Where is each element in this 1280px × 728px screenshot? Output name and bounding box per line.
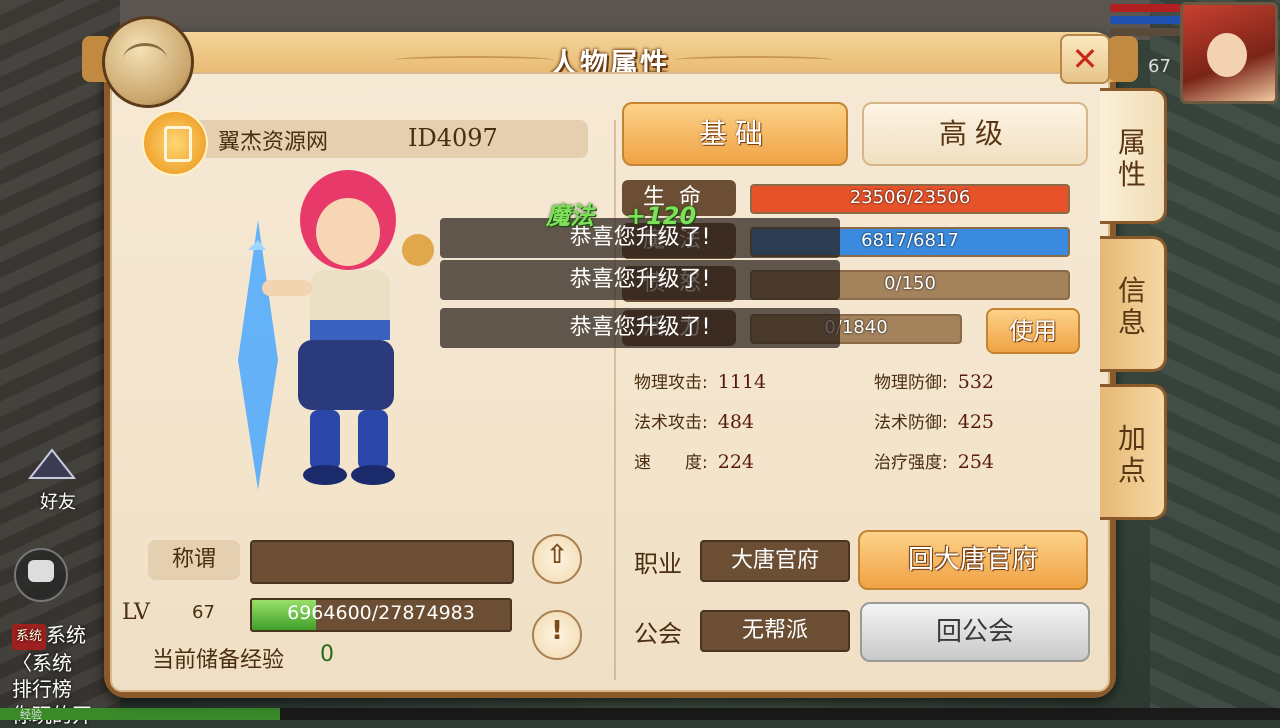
floating-mp-gain: 魔法 +120	[546, 202, 697, 230]
attr-speed: 速 度: 224	[634, 451, 754, 473]
tab-add-points-label: 加点	[1117, 422, 1146, 487]
profession-value: 大唐官府	[700, 540, 850, 582]
chat-line: 排行榜	[12, 676, 72, 701]
tab-advanced[interactable]: 高级	[862, 102, 1088, 166]
tab-basic[interactable]: 基础	[622, 102, 848, 166]
reserve-exp-label: 当前储备经验	[152, 648, 285, 673]
hp-bar: 23506/23506	[750, 184, 1070, 214]
tab-info[interactable]: 信息	[1100, 236, 1167, 372]
experience-bar: 6964600/27874983	[250, 598, 512, 632]
attr-mag-def: 法术防御: 425	[874, 411, 994, 433]
player-name: 翼杰资源网	[218, 130, 329, 155]
use-vigor-button[interactable]: 使用	[986, 308, 1080, 354]
player-id: ID4097	[408, 124, 498, 152]
attr-heal: 治疗强度: 254	[874, 451, 994, 473]
title-label: 称谓	[148, 540, 240, 580]
tab-info-label: 信息	[1117, 274, 1146, 339]
attr-phys-atk: 物理攻击: 1114	[634, 371, 767, 393]
guild-label: 公会	[634, 620, 682, 648]
level-label: LV	[122, 600, 150, 625]
status-bars	[1110, 4, 1182, 40]
chat-button[interactable]	[14, 548, 68, 602]
reserve-exp-value: 0	[320, 642, 334, 667]
tab-attributes-label: 属性	[1117, 126, 1146, 191]
attr-phys-def: 物理防御: 532	[874, 371, 994, 393]
level-up-toast: 恭喜您升级了!	[440, 308, 840, 348]
friends-label: 好友	[40, 492, 76, 513]
attr-mag-atk: 法术攻击: 484	[634, 411, 754, 433]
chat-bubble-icon	[28, 560, 54, 582]
copy-name-icon[interactable]	[142, 110, 208, 176]
change-title-button[interactable]: ⇧	[532, 534, 582, 584]
exp-info-button[interactable]: !	[532, 610, 582, 660]
close-x-icon: ✕	[1071, 40, 1099, 78]
profession-label: 职业	[634, 550, 682, 578]
upload-arrow-icon: ⇧	[546, 540, 568, 570]
player-portrait[interactable]	[1180, 2, 1278, 104]
tab-add-points[interactable]: 加点	[1100, 384, 1167, 520]
exclamation-icon: !	[551, 616, 563, 646]
guild-value: 无帮派	[700, 610, 850, 652]
portrait-level: 67	[1148, 56, 1171, 77]
character-model	[238, 170, 434, 490]
chat-line: 系统 系统 〈系统	[12, 623, 87, 675]
bottom-exp-bar: 经验	[0, 708, 1280, 721]
return-guild-button[interactable]: 回公会	[860, 602, 1090, 662]
title-value	[250, 540, 514, 584]
panel-emblem	[102, 16, 194, 108]
left-hud: 好友 系统系统 〈系统 排行榜 你玩的开	[0, 0, 110, 727]
friends-button[interactable]: 好友	[12, 448, 90, 513]
tab-attributes[interactable]: 属性	[1100, 88, 1167, 224]
close-button[interactable]: ✕	[1060, 34, 1110, 84]
return-sect-button[interactable]: 回大唐官府	[858, 530, 1088, 590]
level-value: 67	[192, 602, 215, 623]
straw-hat-icon	[28, 448, 76, 479]
experience-text: 6964600/27874983	[287, 602, 475, 624]
level-up-toast: 恭喜您升级了!	[440, 260, 840, 300]
